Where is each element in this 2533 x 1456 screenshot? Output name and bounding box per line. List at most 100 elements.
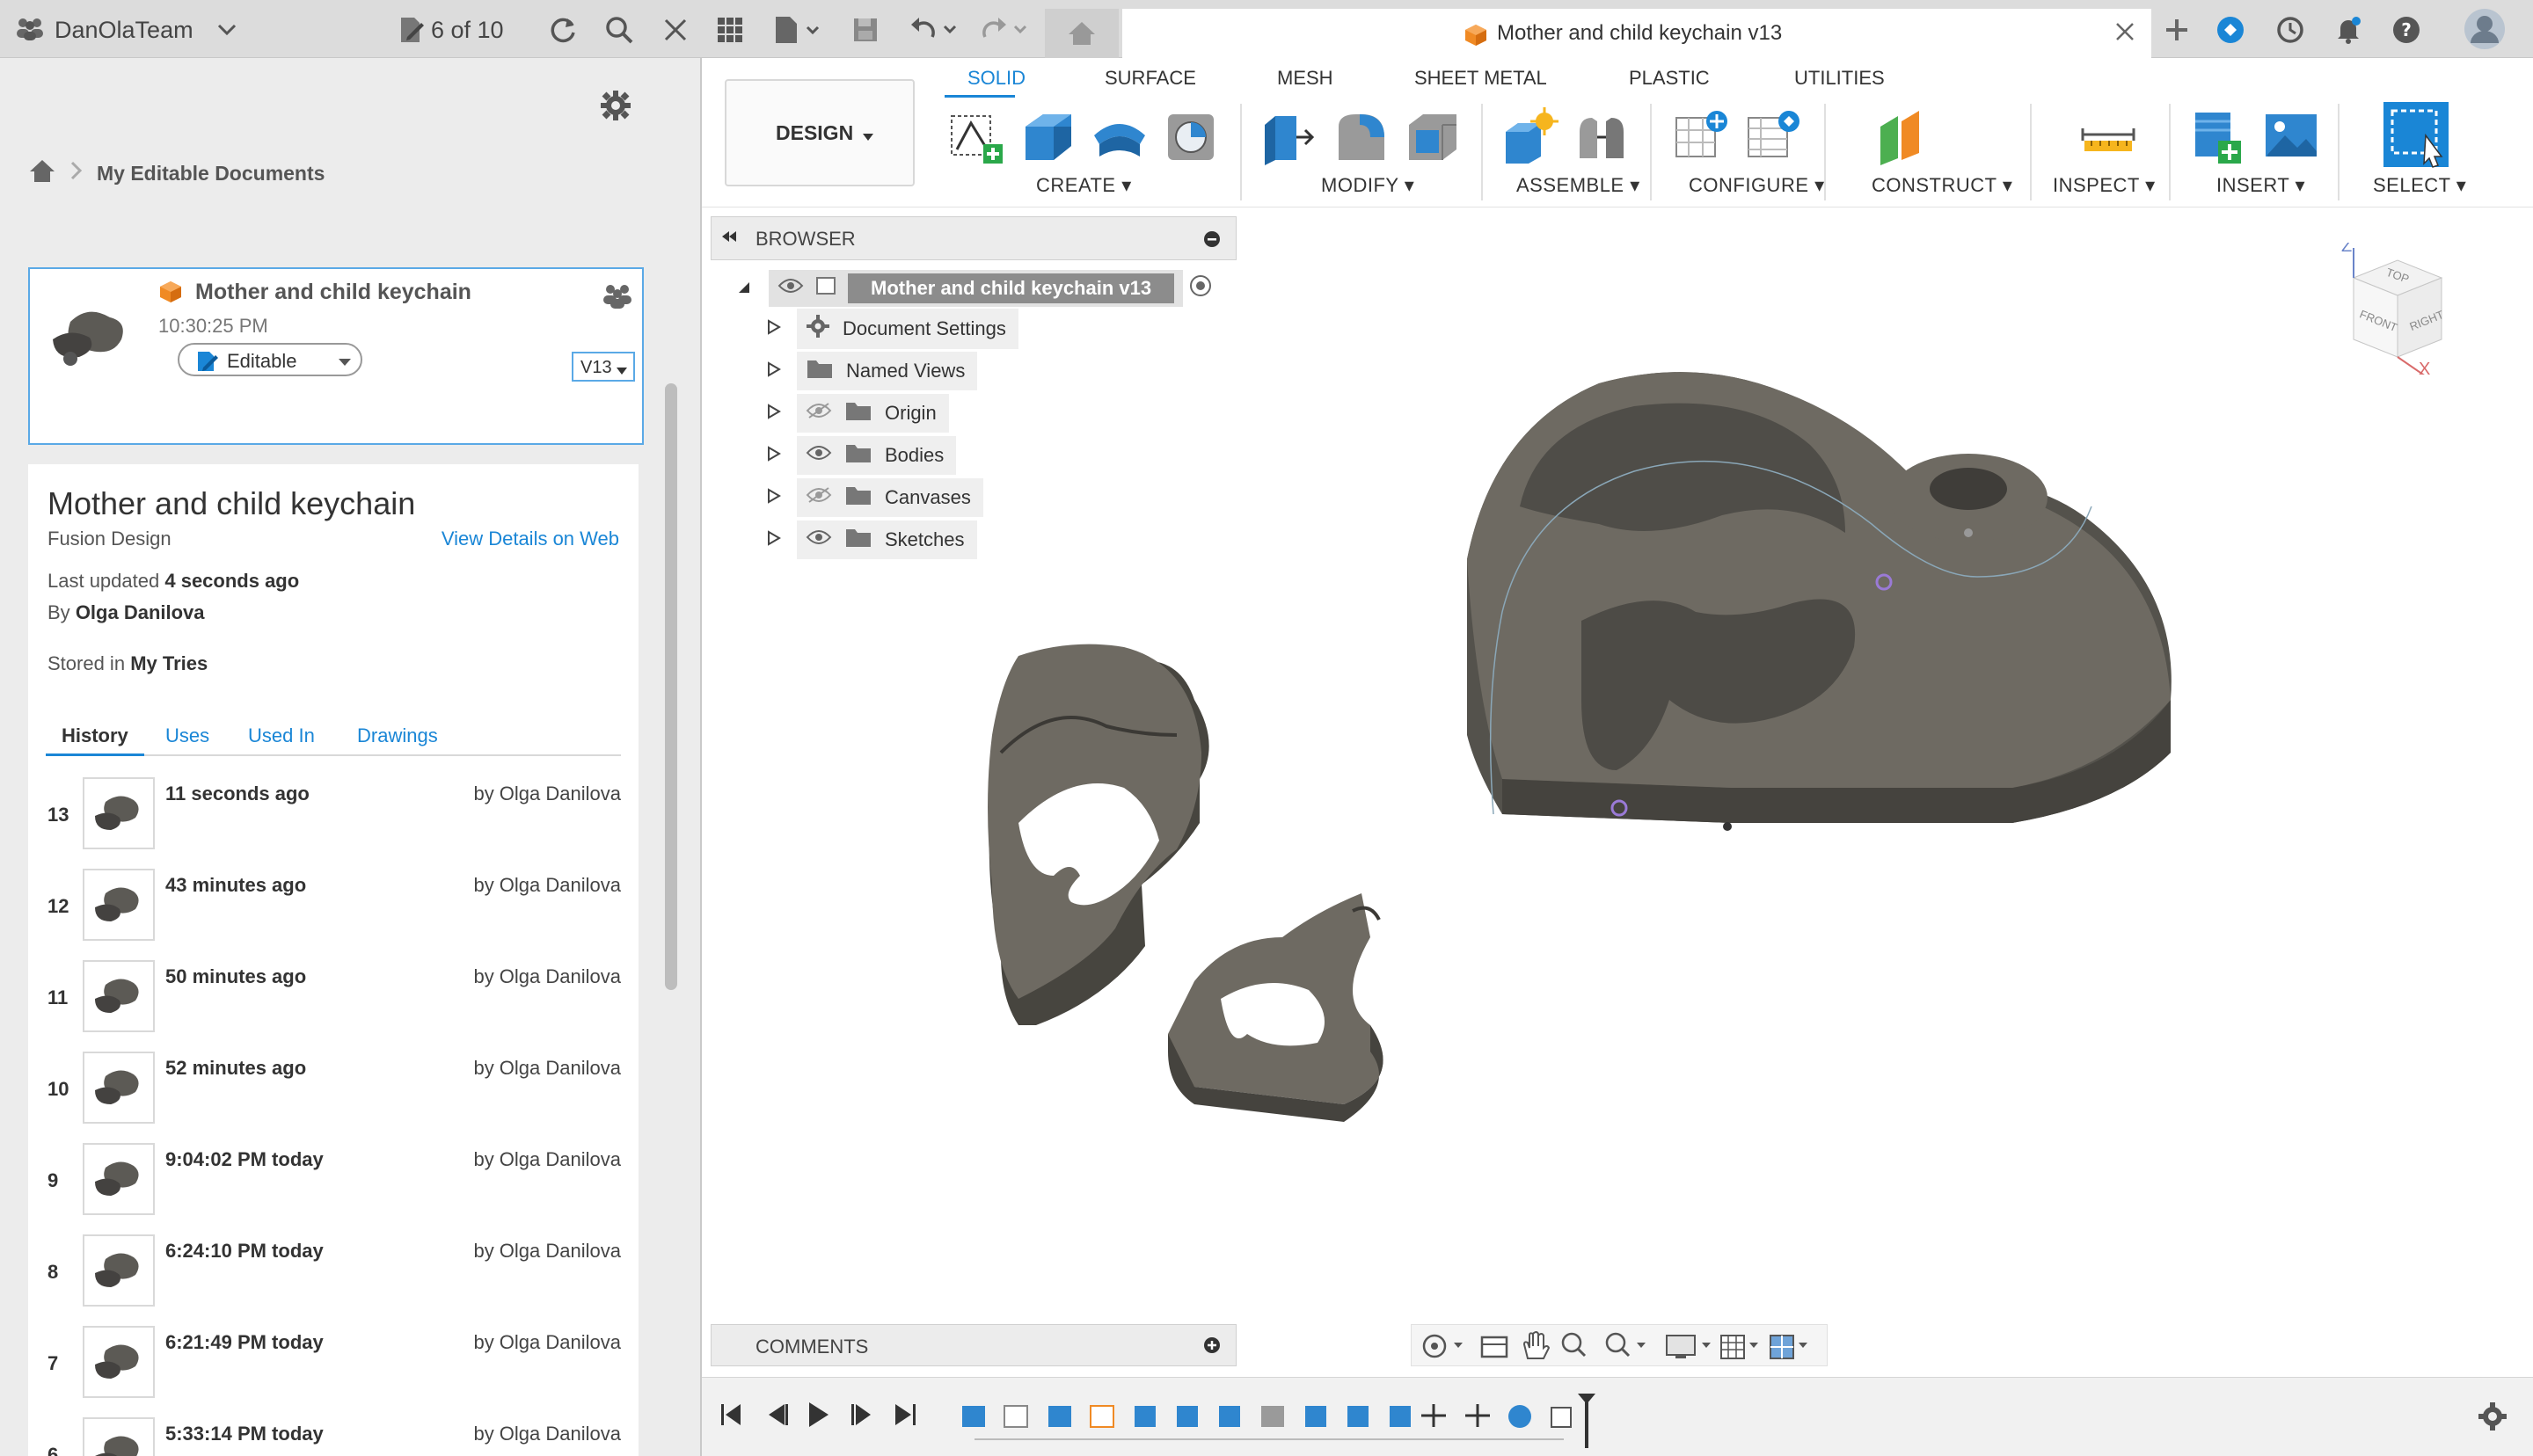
history-row[interactable]: 9 9:04:02 PM today by Olga Danilova xyxy=(28,1143,639,1234)
document-card[interactable]: Mother and child keychain 10:30:25 PM Ed… xyxy=(28,267,644,445)
group-select[interactable]: SELECT ▾ xyxy=(2373,174,2466,197)
history-row[interactable]: 13 11 seconds ago by Olga Danilova xyxy=(28,777,639,869)
timeline-settings-gear-icon[interactable] xyxy=(2478,1402,2507,1431)
browser-item-origin[interactable]: Origin xyxy=(767,394,949,433)
version-thumbnail[interactable] xyxy=(83,1417,155,1456)
version-thumbnail[interactable] xyxy=(83,1143,155,1215)
browser-item-bodies[interactable]: Bodies xyxy=(767,436,957,475)
history-row[interactable]: 6 5:33:14 PM today by Olga Danilova xyxy=(28,1417,639,1456)
timeline-marker[interactable] xyxy=(1578,1394,1595,1448)
expand-triangle-icon[interactable] xyxy=(767,402,797,425)
browser-root[interactable]: Mother and child keychain v13 xyxy=(737,270,1213,307)
group-modify[interactable]: MODIFY ▾ xyxy=(1321,174,1414,197)
version-thumbnail[interactable] xyxy=(83,1052,155,1124)
breadcrumb-current[interactable]: My Editable Documents xyxy=(97,162,325,186)
viewcube[interactable]: TOP FRONT RIGHT Z X xyxy=(2327,237,2459,379)
group-configure[interactable]: CONFIGURE ▾ xyxy=(1689,174,1825,197)
redo-icon[interactable] xyxy=(978,12,1034,47)
extrude-icon[interactable] xyxy=(1017,106,1078,167)
browser-pin-icon[interactable] xyxy=(1202,229,1222,253)
history-row[interactable]: 10 52 minutes ago by Olga Danilova xyxy=(28,1052,639,1143)
fillet-icon[interactable] xyxy=(1330,106,1391,167)
insert-derive-icon[interactable] xyxy=(2188,106,2250,167)
history-row[interactable]: 12 43 minutes ago by Olga Danilova xyxy=(28,869,639,960)
expand-triangle-icon[interactable] xyxy=(767,486,797,509)
collapse-triangle-icon[interactable] xyxy=(737,277,760,300)
workspace-switcher[interactable]: DESIGN xyxy=(725,79,915,186)
go-to-start-icon[interactable] xyxy=(721,1404,741,1425)
measure-icon[interactable] xyxy=(2077,106,2139,167)
document-tab[interactable]: Mother and child keychain v13 xyxy=(1122,9,2151,58)
help-icon[interactable]: ? xyxy=(2389,12,2424,47)
version-thumbnail[interactable] xyxy=(83,1326,155,1398)
create-sketch-icon[interactable] xyxy=(945,106,1006,167)
home-icon[interactable] xyxy=(28,158,56,188)
browser-item-canvases[interactable]: Canvases xyxy=(767,478,983,517)
editable-dropdown[interactable]: Editable xyxy=(178,343,362,376)
configure-table-icon[interactable] xyxy=(1743,106,1805,167)
group-assemble[interactable]: ASSEMBLE ▾ xyxy=(1516,174,1640,197)
grid-icon[interactable] xyxy=(712,12,748,47)
tab-uses[interactable]: Uses xyxy=(165,724,209,747)
expand-triangle-icon[interactable] xyxy=(767,444,797,467)
step-back-icon[interactable] xyxy=(769,1404,788,1425)
tab-history[interactable]: History xyxy=(46,719,144,756)
tab-drawings[interactable]: Drawings xyxy=(357,724,438,747)
revolve-icon[interactable] xyxy=(1089,106,1150,167)
close-icon[interactable] xyxy=(660,14,691,46)
tab-used-in[interactable]: Used In xyxy=(248,724,315,747)
version-thumbnail[interactable] xyxy=(83,1234,155,1307)
zoom-icon[interactable] xyxy=(1561,1332,1587,1358)
visibility-hidden-icon[interactable] xyxy=(806,486,832,509)
pan-hand-icon[interactable] xyxy=(1522,1331,1551,1359)
browser-item-named-views[interactable]: Named Views xyxy=(767,352,978,390)
refresh-icon[interactable] xyxy=(545,12,580,47)
tab-utilities[interactable]: UTILITIES xyxy=(1794,67,1885,90)
tab-solid[interactable]: SOLID xyxy=(967,67,1026,90)
browser-panel-header[interactable]: BROWSER xyxy=(711,216,1237,260)
tab-mesh[interactable]: MESH xyxy=(1277,67,1333,90)
joint-icon[interactable] xyxy=(1571,106,1632,167)
viewports-icon[interactable] xyxy=(1770,1335,1807,1359)
go-to-end-icon[interactable] xyxy=(895,1404,916,1425)
search-icon[interactable] xyxy=(602,12,637,47)
hole-icon[interactable] xyxy=(1161,106,1223,167)
extension-icon[interactable] xyxy=(2213,12,2248,47)
history-row[interactable]: 11 50 minutes ago by Olga Danilova xyxy=(28,960,639,1052)
job-status-icon[interactable] xyxy=(2273,12,2308,47)
tab-plastic[interactable]: PLASTIC xyxy=(1629,67,1710,90)
configure-design-icon[interactable] xyxy=(1671,106,1733,167)
expand-triangle-icon[interactable] xyxy=(767,317,797,340)
version-thumbnail[interactable] xyxy=(83,777,155,849)
collapse-browser-icon[interactable] xyxy=(720,229,738,248)
version-dropdown[interactable]: V13 xyxy=(572,352,635,382)
browser-item-document-settings[interactable]: Document Settings xyxy=(767,309,1018,349)
group-construct[interactable]: CONSTRUCT ▾ xyxy=(1872,174,2012,197)
notifications-bell-icon[interactable] xyxy=(2331,12,2366,47)
press-pull-icon[interactable] xyxy=(1258,106,1319,167)
document-edit-icon[interactable] xyxy=(396,14,427,46)
grid-settings-icon[interactable] xyxy=(1720,1335,1758,1359)
history-row[interactable]: 8 6:24:10 PM today by Olga Danilova xyxy=(28,1234,639,1326)
add-comment-icon[interactable] xyxy=(1202,1336,1222,1359)
share-people-icon[interactable] xyxy=(602,283,633,311)
fit-zoom-icon[interactable] xyxy=(1605,1332,1646,1358)
display-settings-icon[interactable] xyxy=(1666,1335,1711,1358)
chevron-down-icon[interactable] xyxy=(215,18,239,42)
visibility-hidden-icon[interactable] xyxy=(806,402,832,425)
save-icon[interactable] xyxy=(848,12,883,47)
offset-plane-icon[interactable] xyxy=(1872,106,1933,167)
visibility-eye-icon[interactable] xyxy=(806,528,832,551)
version-thumbnail[interactable] xyxy=(83,869,155,941)
new-tab-plus-icon[interactable] xyxy=(2157,12,2197,47)
avatar[interactable] xyxy=(2463,7,2507,51)
visibility-eye-icon[interactable] xyxy=(806,444,832,467)
view-details-link[interactable]: View Details on Web xyxy=(442,528,619,550)
step-forward-icon[interactable] xyxy=(851,1404,871,1425)
comments-panel[interactable]: COMMENTS xyxy=(711,1324,1237,1366)
tab-surface[interactable]: SURFACE xyxy=(1105,67,1196,90)
close-tab-icon[interactable] xyxy=(2114,21,2139,46)
panel-scrollbar[interactable] xyxy=(665,383,677,990)
team-icon[interactable] xyxy=(12,16,47,42)
home-tab[interactable] xyxy=(1045,9,1119,58)
